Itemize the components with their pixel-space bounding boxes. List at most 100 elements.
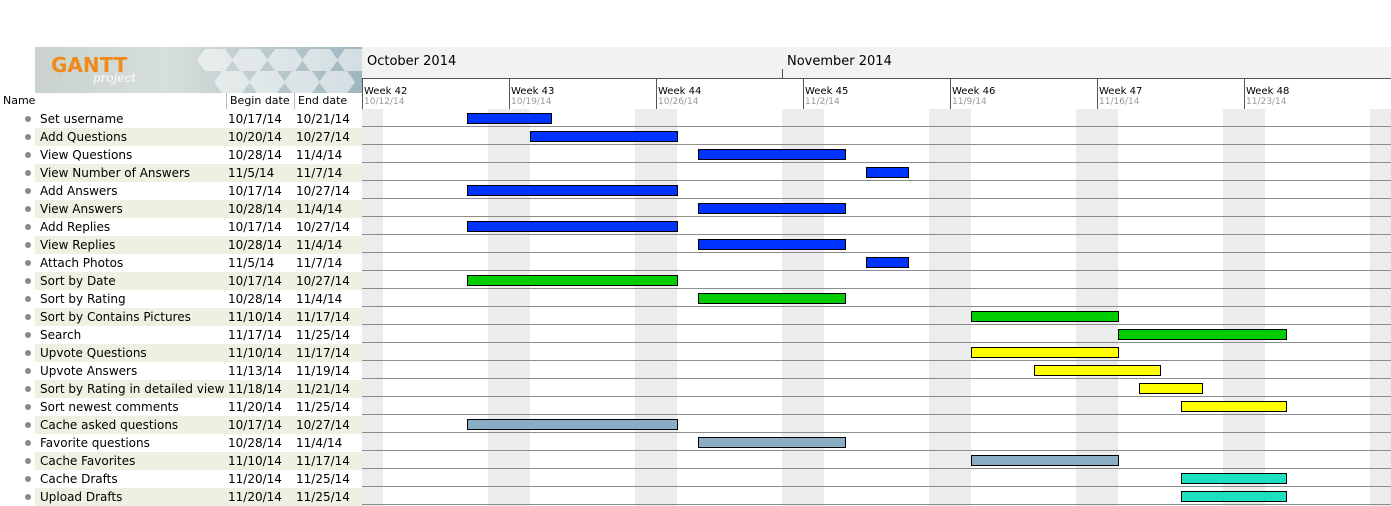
row-gridline	[362, 432, 1391, 433]
task-bar[interactable]	[971, 347, 1119, 358]
task-name: Add Questions	[40, 130, 127, 144]
row-gridline	[362, 450, 1391, 451]
week-start-date: 11/23/14	[1246, 97, 1287, 107]
column-divider[interactable]	[226, 93, 227, 109]
task-row[interactable]: Add Replies 10/17/14 10/27/14	[0, 218, 362, 236]
week-start-date: 10/12/14	[364, 97, 405, 107]
task-end-date: 11/4/14	[296, 202, 343, 216]
task-row[interactable]: Favorite questions 10/28/14 11/4/14	[0, 434, 362, 452]
row-gridline	[362, 324, 1391, 325]
week-start-date: 11/2/14	[805, 97, 840, 107]
task-bar[interactable]	[467, 221, 678, 232]
gantt-chart[interactable]: October 2014 November 2014 Week 42 10/12/1…	[362, 47, 1391, 506]
task-name: Favorite questions	[40, 436, 150, 450]
task-row[interactable]: Search 11/17/14 11/25/14	[0, 326, 362, 344]
week-label: Week 44	[658, 86, 702, 97]
task-row[interactable]: Upvote Questions 11/10/14 11/17/14	[0, 344, 362, 362]
task-end-date: 11/17/14	[296, 454, 350, 468]
column-header-name[interactable]: Name	[3, 94, 35, 107]
task-row[interactable]: Add Answers 10/17/14 10/27/14	[0, 182, 362, 200]
task-row[interactable]: View Replies 10/28/14 11/4/14	[0, 236, 362, 254]
task-end-date: 11/19/14	[296, 364, 350, 378]
task-bullet-icon	[25, 242, 31, 248]
task-bar[interactable]	[1118, 329, 1287, 340]
task-bar[interactable]	[530, 131, 678, 142]
task-end-date: 11/21/14	[296, 382, 350, 396]
task-row[interactable]: Upvote Answers 11/13/14 11/19/14	[0, 362, 362, 380]
task-row[interactable]: Attach Photos 11/5/14 11/7/14	[0, 254, 362, 272]
task-row[interactable]: Sort by Rating 10/28/14 11/4/14	[0, 290, 362, 308]
week-column-header: Week 48 11/23/14	[1244, 79, 1391, 109]
weekend-shading	[929, 109, 971, 506]
task-end-date: 10/27/14	[296, 274, 350, 288]
task-bar[interactable]	[866, 167, 909, 178]
row-gridline	[362, 360, 1391, 361]
task-bullet-icon	[25, 260, 31, 266]
task-begin-date: 10/17/14	[228, 220, 282, 234]
task-bar[interactable]	[866, 257, 909, 268]
column-divider[interactable]	[294, 93, 295, 109]
task-bar[interactable]	[1181, 401, 1287, 412]
task-row[interactable]: Add Questions 10/20/14 10/27/14	[0, 128, 362, 146]
task-bar[interactable]	[467, 113, 552, 124]
week-column-header: Week 46 11/9/14	[950, 79, 1098, 109]
chart-grid[interactable]	[362, 109, 1391, 506]
task-bullet-icon	[25, 296, 31, 302]
task-list: Set username 10/17/14 10/21/14 Add Question…	[0, 110, 362, 506]
task-row[interactable]: View Answers 10/28/14 11/4/14	[0, 200, 362, 218]
month-header: October 2014 November 2014	[362, 47, 1391, 79]
task-name: Sort newest comments	[40, 400, 179, 414]
task-name: Upload Drafts	[40, 490, 123, 504]
task-row[interactable]: Sort newest comments 11/20/14 11/25/14	[0, 398, 362, 416]
task-row[interactable]: Cache asked questions 10/17/14 10/27/14	[0, 416, 362, 434]
column-header-begin-date[interactable]: Begin date	[230, 94, 290, 107]
task-row[interactable]: Cache Favorites 11/10/14 11/17/14	[0, 452, 362, 470]
task-row[interactable]: Upload Drafts 11/20/14 11/25/14	[0, 488, 362, 506]
task-bar[interactable]	[1181, 491, 1287, 502]
task-bar[interactable]	[1181, 473, 1287, 484]
row-gridline	[362, 486, 1391, 487]
weekend-shading	[1223, 109, 1265, 506]
task-name: View Number of Answers	[40, 166, 191, 180]
task-row[interactable]: View Number of Answers 11/5/14 11/7/14	[0, 164, 362, 182]
task-bar[interactable]	[1034, 365, 1161, 376]
task-row[interactable]: View Questions 10/28/14 11/4/14	[0, 146, 362, 164]
task-bar[interactable]	[698, 437, 846, 448]
task-row[interactable]: Set username 10/17/14 10/21/14	[0, 110, 362, 128]
task-bar[interactable]	[467, 419, 678, 430]
task-bullet-icon	[25, 440, 31, 446]
task-end-date: 11/17/14	[296, 310, 350, 324]
row-gridline	[362, 162, 1391, 163]
task-bar[interactable]	[467, 185, 678, 196]
task-bar[interactable]	[698, 149, 846, 160]
column-header-end-date[interactable]: End date	[298, 94, 347, 107]
weekend-shading	[488, 109, 530, 506]
task-begin-date: 11/20/14	[228, 472, 282, 486]
row-gridline	[362, 216, 1391, 217]
task-row[interactable]: Sort by Date 10/17/14 10/27/14	[0, 272, 362, 290]
row-gridline	[362, 414, 1391, 415]
task-begin-date: 11/13/14	[228, 364, 282, 378]
task-end-date: 11/7/14	[296, 256, 343, 270]
row-gridline	[362, 378, 1391, 379]
task-bullet-icon	[25, 134, 31, 140]
task-row[interactable]: Sort by Rating in detailed view 11/18/14 1…	[0, 380, 362, 398]
task-bar[interactable]	[698, 203, 846, 214]
task-bullet-icon	[25, 116, 31, 122]
task-bar[interactable]	[467, 275, 678, 286]
task-bar[interactable]	[698, 239, 846, 250]
task-bar[interactable]	[971, 311, 1119, 322]
week-column-header: Week 44 10/26/14	[656, 79, 804, 109]
task-row[interactable]: Sort by Contains Pictures 11/10/14 11/17/1…	[0, 308, 362, 326]
week-column-header: Week 43 10/19/14	[509, 79, 657, 109]
task-end-date: 11/4/14	[296, 292, 343, 306]
task-bar[interactable]	[698, 293, 846, 304]
task-row[interactable]: Cache Drafts 11/20/14 11/25/14	[0, 470, 362, 488]
row-gridline	[362, 504, 1391, 505]
task-bar[interactable]	[971, 455, 1119, 466]
task-bullet-icon	[25, 188, 31, 194]
task-begin-date: 10/17/14	[228, 112, 282, 126]
task-bar[interactable]	[1139, 383, 1203, 394]
task-begin-date: 10/17/14	[228, 418, 282, 432]
task-bullet-icon	[25, 278, 31, 284]
